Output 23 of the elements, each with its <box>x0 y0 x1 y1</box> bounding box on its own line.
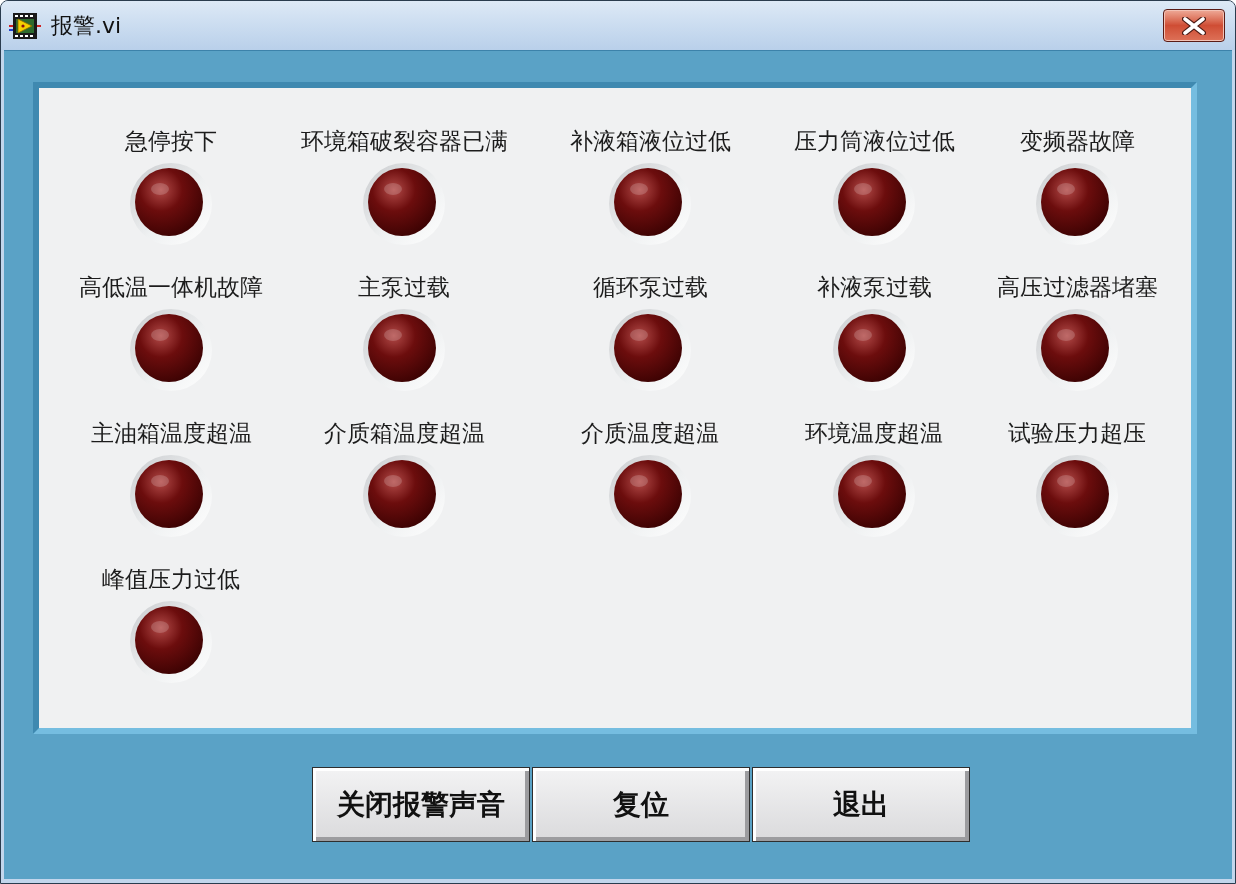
indicator-label: 主油箱温度超温 <box>90 419 252 448</box>
indicator-label: 循环泵过载 <box>592 273 708 302</box>
indicator-label: 高压过滤器堵塞 <box>996 273 1158 302</box>
indicator-label: 介质温度超温 <box>581 419 719 448</box>
app-icon <box>9 12 41 39</box>
reset-button[interactable]: 复位 <box>532 767 750 842</box>
indicator-label: 峰值压力过低 <box>102 565 240 594</box>
indicator-label: 高低温一体机故障 <box>79 273 263 302</box>
window-title: 报警.vi <box>51 11 122 40</box>
indicator-label: 变频器故障 <box>1019 127 1135 156</box>
indicator-label: 环境温度超温 <box>805 419 943 448</box>
indicator-label: 补液泵过载 <box>816 273 932 302</box>
indicator-label: 补液箱液位过低 <box>569 127 731 156</box>
indicator-label: 试验压力超压 <box>1008 419 1146 448</box>
mute-alarm-button[interactable]: 关闭报警声音 <box>312 767 530 842</box>
indicator-label: 主泵过载 <box>358 273 450 302</box>
close-icon <box>1182 16 1206 35</box>
indicator-label: 环境箱破裂容器已满 <box>300 127 508 156</box>
exit-button[interactable]: 退出 <box>752 767 970 842</box>
indicator-label: 压力筒液位过低 <box>793 127 955 156</box>
indicator-label: 介质箱温度超温 <box>323 419 485 448</box>
close-button[interactable] <box>1163 9 1225 42</box>
indicator-label: 急停按下 <box>125 127 217 156</box>
